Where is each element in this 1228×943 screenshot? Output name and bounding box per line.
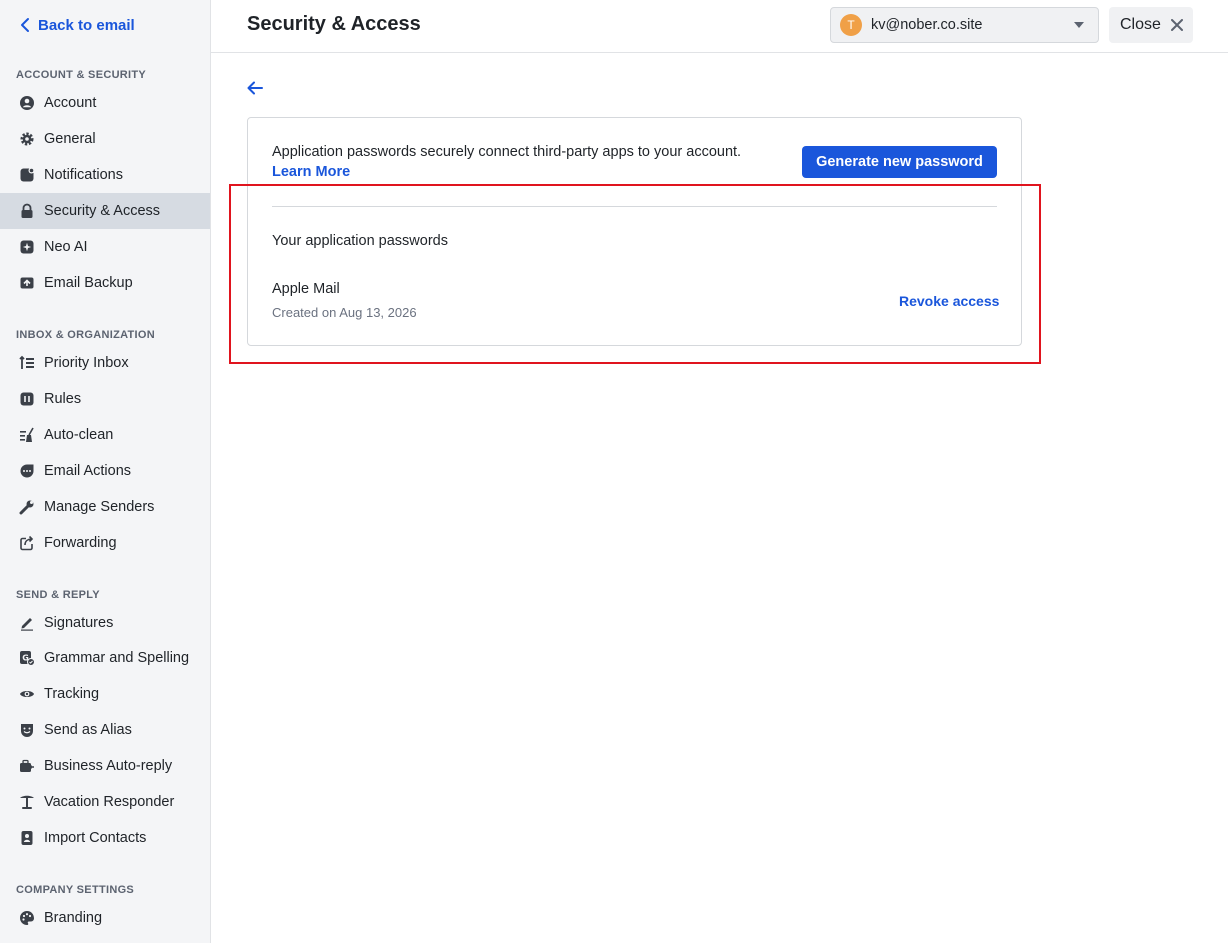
chevron-down-icon [1074,22,1084,28]
lock-icon [19,203,35,219]
passwords-section-label: Your application passwords [272,233,448,249]
sidebar-item-email-backup[interactable]: Email Backup [0,265,210,301]
close-icon [1170,19,1183,31]
sidebar-item-account[interactable]: Account [0,85,210,121]
sidebar-item-label: Priority Inbox [44,355,129,371]
generate-password-button[interactable]: Generate new password [802,146,997,178]
sidebar-item-label: Notifications [44,167,123,183]
sidebar-item-vacation-responder[interactable]: Vacation Responder [0,784,210,820]
grammar-icon: G [19,650,35,666]
password-name: Apple Mail [272,281,340,297]
account-icon [19,95,35,111]
password-created-date: Created on Aug 13, 2026 [272,305,417,320]
sidebar-item-label: Email Backup [44,275,133,291]
page-header: Security & Access T kv@nober.co.site Clo… [211,0,1228,53]
sidebar-item-notifications[interactable]: Notifications [0,157,210,193]
sidebar-item-email-actions[interactable]: Email Actions [0,453,210,489]
section-title-inbox: INBOX & ORGANIZATION [16,329,156,341]
section-title-company: COMPANY SETTINGS [16,884,135,896]
account-email: kv@nober.co.site [871,17,983,33]
sidebar-item-label: Forwarding [44,535,117,551]
close-button[interactable]: Close [1109,7,1193,43]
backup-icon [19,275,35,291]
rules-icon [19,391,35,407]
learn-more-link[interactable]: Learn More [272,164,350,180]
palm-tree-icon [19,794,35,810]
page-title: Security & Access [247,13,421,35]
section-title-account: ACCOUNT & SECURITY [16,69,147,81]
briefcase-reply-icon [19,758,35,774]
sidebar-item-label: Security & Access [44,203,161,219]
sparkle-icon [19,239,35,255]
back-to-email-label: Back to email [38,16,135,34]
priority-icon [19,355,35,371]
pen-icon [19,615,35,631]
settings-sidebar: Back to email ACCOUNT & SECURITY Account… [0,0,211,943]
sidebar-item-label: Neo AI [44,239,88,255]
gear-icon [19,131,35,147]
actions-icon [19,463,35,479]
sidebar-item-label: Email Actions [44,463,132,479]
palette-icon [19,910,35,926]
app-passwords-description: Application passwords securely connect t… [272,144,742,160]
sidebar-item-label: General [44,131,96,147]
notification-icon [19,167,35,183]
broom-icon [19,427,35,443]
sidebar-item-branding[interactable]: Branding [0,900,210,936]
wrench-icon [19,499,35,515]
sidebar-item-security-access[interactable]: Security & Access [0,193,210,229]
sidebar-item-grammar-spelling[interactable]: G Grammar and Spelling [0,640,210,676]
sidebar-item-label: Business Auto-reply [44,758,173,774]
sidebar-item-forwarding[interactable]: Forwarding [0,525,210,561]
app-passwords-card: Application passwords securely connect t… [247,117,1022,346]
sidebar-item-rules[interactable]: Rules [0,381,210,417]
sidebar-item-tracking[interactable]: Tracking [0,676,210,712]
sidebar-item-business-auto-reply[interactable]: Business Auto-reply [0,748,210,784]
sidebar-item-label: Vacation Responder [44,794,175,810]
sidebar-item-label: Branding [44,910,103,926]
sidebar-item-label: Manage Senders [44,499,155,515]
back-to-email-link[interactable]: Back to email [20,15,135,35]
section-title-send: SEND & REPLY [16,589,100,601]
avatar: T [840,14,862,36]
sidebar-item-general[interactable]: General [0,121,210,157]
arrow-left-icon[interactable] [246,80,264,96]
eye-icon [19,686,35,702]
sidebar-item-label: Send as Alias [44,722,132,738]
close-label: Close [1120,16,1161,33]
sidebar-item-send-as-alias[interactable]: Send as Alias [0,712,210,748]
divider [272,206,997,207]
sidebar-item-import-contacts[interactable]: Import Contacts [0,820,210,856]
sidebar-item-signatures[interactable]: Signatures [0,605,210,641]
chevron-left-icon [21,18,29,32]
sidebar-item-label: Rules [44,391,82,407]
sidebar-item-label: Tracking [44,686,100,702]
alias-icon [19,722,35,738]
sidebar-item-label: Import Contacts [44,830,147,846]
sidebar-item-label: Account [44,95,97,111]
account-select[interactable]: T kv@nober.co.site [830,7,1099,43]
sidebar-item-priority-inbox[interactable]: Priority Inbox [0,345,210,381]
sidebar-item-label: Auto-clean [44,427,114,443]
sidebar-item-label: Grammar and Spelling [44,650,190,666]
sidebar-item-label: Signatures [44,615,114,631]
sidebar-item-auto-clean[interactable]: Auto-clean [0,417,210,453]
forward-icon [19,535,35,551]
revoke-access-link[interactable]: Revoke access [899,293,999,309]
sidebar-item-manage-senders[interactable]: Manage Senders [0,489,210,525]
contacts-icon [19,830,35,846]
sidebar-item-neo-ai[interactable]: Neo AI [0,229,210,265]
